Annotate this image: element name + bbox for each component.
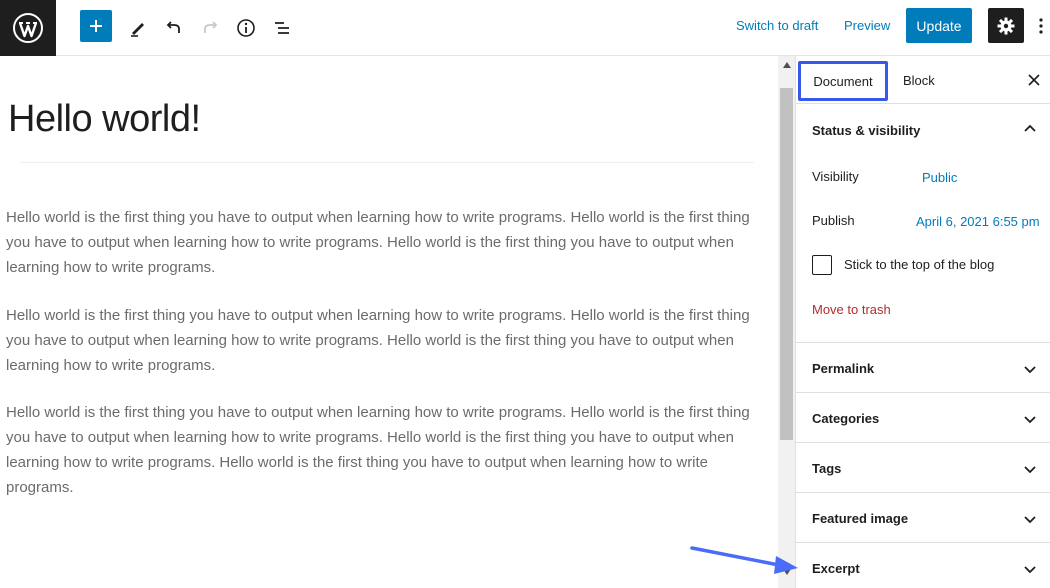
status-visibility-panel: Status & visibility Visibility Public Pu… bbox=[796, 104, 1050, 343]
tools-button[interactable] bbox=[120, 10, 156, 46]
panel-toggle-status[interactable]: Status & visibility bbox=[812, 123, 920, 138]
post-title[interactable]: Hello world! bbox=[8, 98, 201, 141]
info-icon bbox=[237, 19, 255, 37]
annotation-arrow-icon bbox=[690, 546, 798, 574]
more-options-button[interactable] bbox=[1032, 10, 1050, 42]
visibility-toggle[interactable]: Public bbox=[922, 170, 957, 185]
panel-tags[interactable]: Tags bbox=[796, 443, 1050, 493]
paragraph-block[interactable]: Hello world is the first thing you have … bbox=[6, 400, 768, 500]
close-icon bbox=[1028, 74, 1040, 86]
sidebar-tabs: Document Block bbox=[796, 56, 1050, 104]
chevron-down-icon bbox=[1024, 466, 1036, 474]
add-block-button[interactable] bbox=[80, 10, 112, 42]
paragraph-block[interactable]: Hello world is the first thing you have … bbox=[6, 205, 768, 280]
wordpress-icon bbox=[13, 13, 43, 43]
panel-toggle-tags[interactable]: Tags bbox=[812, 461, 841, 476]
title-divider bbox=[20, 162, 754, 163]
settings-sidebar: Document Block Status & visibility Visib… bbox=[795, 56, 1050, 588]
chevron-up-icon[interactable] bbox=[1022, 120, 1038, 136]
tab-document[interactable]: Document bbox=[798, 61, 888, 101]
list-view-icon bbox=[275, 22, 289, 34]
editor-header: Switch to draft Preview Update bbox=[0, 0, 1050, 56]
panel-toggle-excerpt[interactable]: Excerpt bbox=[812, 561, 860, 576]
scroll-up-arrow-icon[interactable] bbox=[778, 56, 795, 73]
move-to-trash-button[interactable]: Move to trash bbox=[812, 302, 891, 317]
panel-toggle-featured-image[interactable]: Featured image bbox=[812, 511, 908, 526]
editor-scrollbar[interactable] bbox=[778, 56, 795, 588]
panel-permalink[interactable]: Permalink bbox=[796, 343, 1050, 393]
publish-date-toggle[interactable]: April 6, 2021 6:55 pm bbox=[916, 214, 1040, 229]
chevron-down-icon bbox=[1024, 416, 1036, 424]
update-button[interactable]: Update bbox=[906, 8, 972, 43]
sticky-checkbox[interactable] bbox=[812, 255, 832, 275]
visibility-label: Visibility bbox=[812, 169, 859, 184]
details-button[interactable] bbox=[228, 10, 264, 46]
undo-button[interactable] bbox=[156, 10, 192, 46]
editor-canvas: Hello world! Hello world is the first th… bbox=[0, 56, 778, 588]
gear-icon bbox=[997, 17, 1015, 34]
pencil-icon bbox=[131, 23, 144, 37]
panel-toggle-categories[interactable]: Categories bbox=[812, 411, 879, 426]
redo-button[interactable] bbox=[192, 10, 228, 46]
chevron-down-icon bbox=[1024, 366, 1036, 374]
wordpress-logo-button[interactable] bbox=[0, 0, 56, 56]
panel-excerpt[interactable]: Excerpt bbox=[796, 543, 1050, 588]
outline-button[interactable] bbox=[264, 10, 300, 46]
chevron-down-icon bbox=[1024, 516, 1036, 524]
sticky-label[interactable]: Stick to the top of the blog bbox=[844, 257, 994, 272]
close-sidebar-button[interactable] bbox=[1024, 70, 1044, 90]
preview-button[interactable]: Preview bbox=[844, 18, 890, 33]
panel-categories[interactable]: Categories bbox=[796, 393, 1050, 443]
switch-to-draft-button[interactable]: Switch to draft bbox=[736, 18, 818, 33]
paragraph-block[interactable]: Hello world is the first thing you have … bbox=[6, 303, 768, 378]
redo-icon bbox=[204, 21, 218, 33]
settings-button[interactable] bbox=[988, 8, 1024, 43]
more-vertical-icon bbox=[1039, 18, 1043, 34]
undo-icon bbox=[166, 21, 180, 33]
plus-icon bbox=[90, 20, 102, 32]
scrollbar-thumb[interactable] bbox=[780, 88, 793, 440]
chevron-down-icon bbox=[1024, 566, 1036, 574]
publish-label: Publish bbox=[812, 213, 855, 228]
panel-featured-image[interactable]: Featured image bbox=[796, 493, 1050, 543]
tab-block[interactable]: Block bbox=[903, 73, 935, 88]
panel-toggle-permalink[interactable]: Permalink bbox=[812, 361, 874, 376]
